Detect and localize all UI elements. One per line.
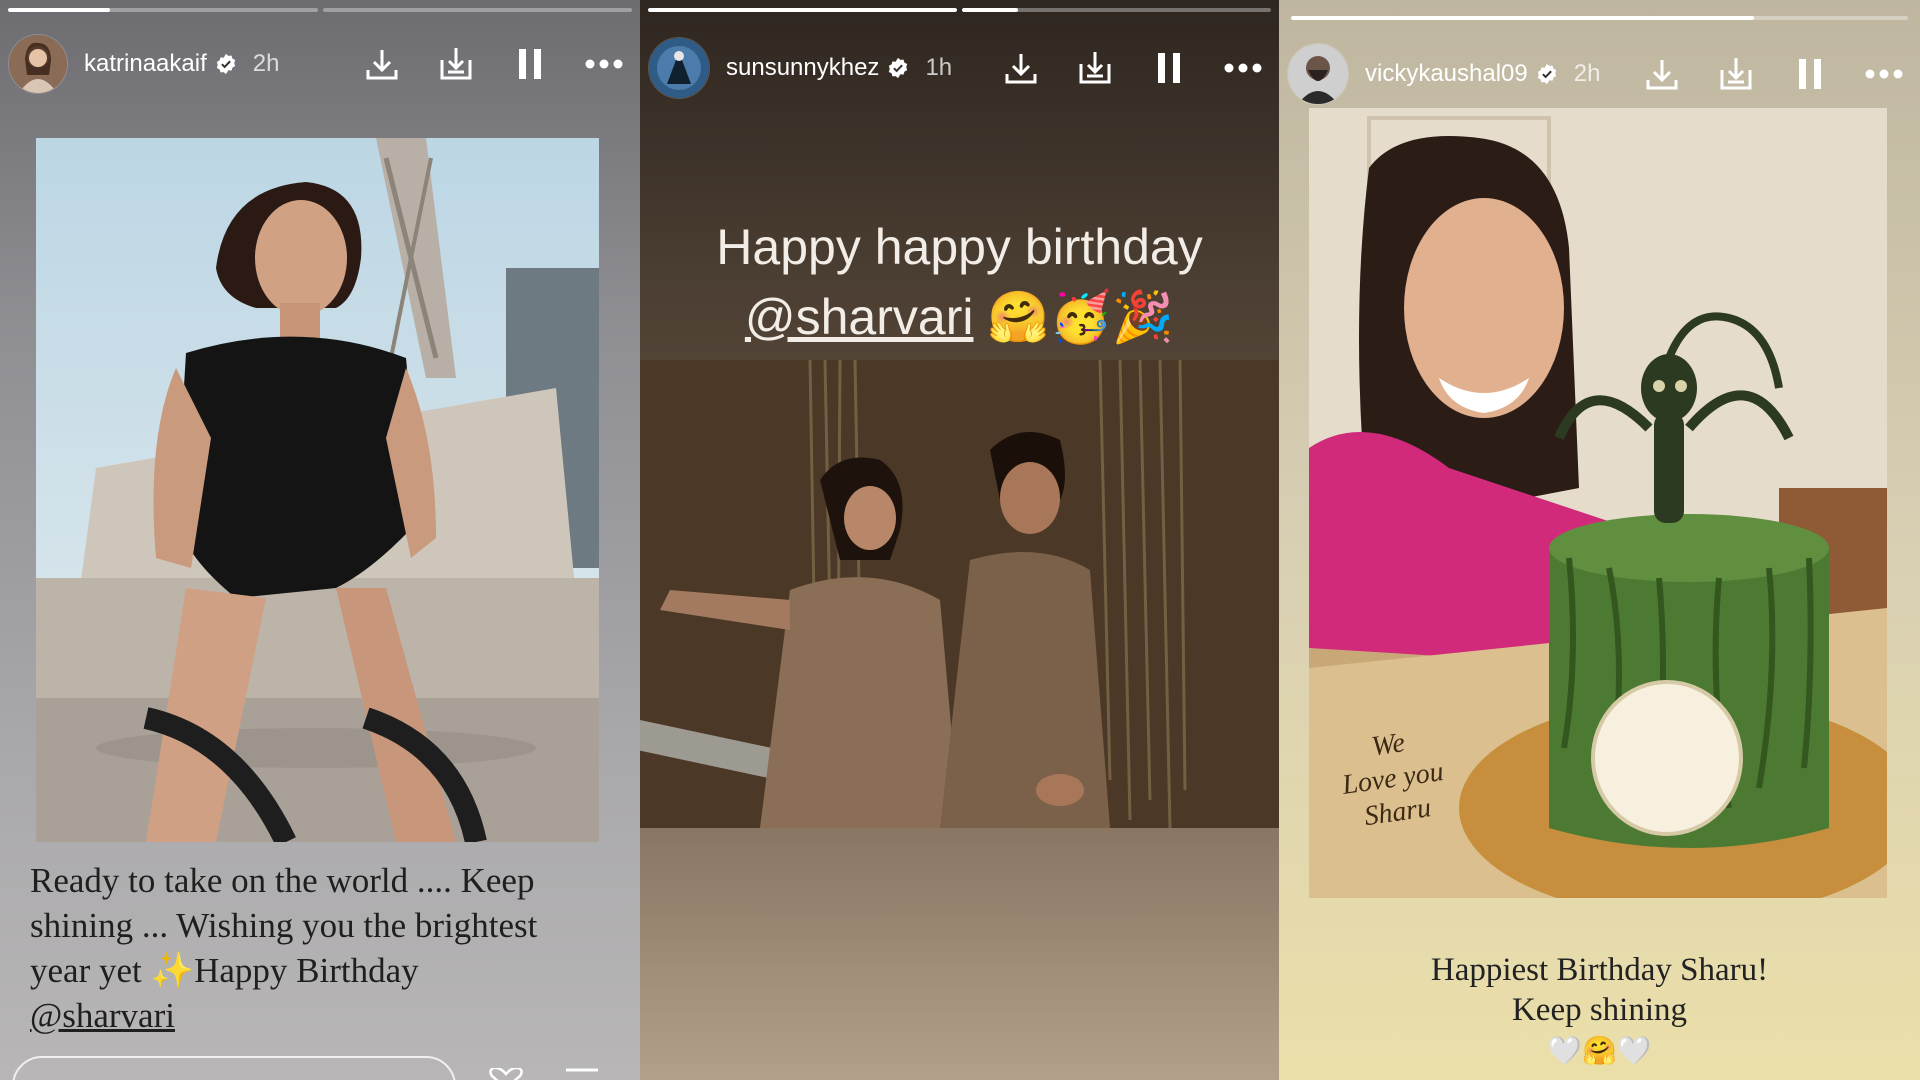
avatar[interactable] — [8, 34, 68, 94]
more-options-button[interactable] — [582, 42, 626, 86]
pause-button[interactable] — [1788, 52, 1832, 96]
avatar[interactable] — [648, 37, 710, 99]
save-to-device-icon — [440, 48, 472, 80]
download-button[interactable] — [999, 46, 1043, 90]
story-sunsunnykhez[interactable]: sunsunnykhez 1h Happy happy birthday @sh… — [640, 0, 1279, 1080]
emoji-group: 🤗🥳🎉 — [987, 289, 1175, 345]
more-options-button[interactable] — [1221, 46, 1265, 90]
mention-link[interactable]: @sharvari — [30, 993, 175, 1038]
cake-word: Love you — [1340, 756, 1446, 801]
story-header: katrinaakaif 2h — [8, 32, 626, 96]
story-header: vickykaushal09 2h — [1287, 42, 1906, 106]
save-to-device-icon — [1079, 52, 1111, 84]
save-button[interactable] — [434, 42, 478, 86]
story-caption: Happiest Birthday Sharu! Keep shining 🤍🤗… — [1279, 950, 1920, 1072]
pause-button[interactable] — [1147, 46, 1191, 90]
caption-line: year yet — [30, 951, 151, 990]
caption-line: Happy Birthday — [194, 951, 419, 990]
progress-segment — [648, 8, 957, 12]
story-actions — [1640, 52, 1906, 96]
pause-icon — [519, 49, 541, 79]
avatar[interactable] — [1287, 43, 1349, 105]
save-button[interactable] — [1073, 46, 1117, 90]
story-vickykaushal09[interactable]: vickykaushal09 2h We Love you Sharu Happ… — [1279, 0, 1920, 1080]
story-progress — [1291, 16, 1908, 20]
pause-button[interactable] — [508, 42, 552, 86]
download-button[interactable] — [360, 42, 404, 86]
download-icon — [1646, 60, 1678, 90]
pause-icon — [1799, 59, 1821, 89]
emoji-group: 🤍🤗🤍 — [1547, 1036, 1652, 1067]
post-time: 2h — [252, 50, 280, 77]
story-caption: Happy happy birthday @sharvari 🤗🥳🎉 — [640, 212, 1279, 352]
cake-text: We Love you Sharu — [1313, 718, 1474, 840]
caption-line: Keep shining — [1511, 992, 1688, 1028]
caption-line: Happiest Birthday Sharu! — [1430, 952, 1769, 988]
save-to-device-icon — [1720, 58, 1752, 90]
stories-viewer: katrinaakaif 2h Ready to take on the wor… — [0, 0, 1920, 1080]
progress-fill — [962, 8, 1018, 12]
progress-segment — [8, 8, 318, 12]
download-icon — [1005, 54, 1037, 84]
verified-badge-icon — [1536, 63, 1558, 85]
progress-fill — [8, 8, 111, 12]
caption-line: shining ... Wishing you the brightest — [30, 906, 538, 945]
pause-icon — [1158, 53, 1180, 83]
verified-badge-icon — [215, 53, 237, 75]
more-options-button[interactable] — [1862, 52, 1906, 96]
post-time: 1h — [925, 54, 953, 81]
story-progress — [8, 8, 632, 12]
cake-word: Sharu — [1362, 792, 1433, 833]
more-options-icon — [1865, 69, 1903, 79]
story-progress — [648, 8, 1271, 12]
username[interactable]: katrinaakaif — [84, 50, 207, 78]
post-time: 2h — [1573, 60, 1601, 87]
story-header: sunsunnykhez 1h — [648, 36, 1265, 100]
mention-link[interactable]: @sharvari — [745, 289, 974, 345]
more-options-icon — [585, 59, 623, 69]
story-actions — [999, 46, 1265, 90]
progress-segment — [1291, 16, 1908, 20]
sparkle-emoji: ✨ — [150, 951, 195, 990]
reply-input[interactable] — [12, 1056, 456, 1080]
download-button[interactable] — [1640, 52, 1684, 96]
username[interactable]: sunsunnykhez — [726, 54, 879, 82]
more-options-icon — [1224, 63, 1262, 73]
story-photo — [640, 360, 1279, 828]
username[interactable]: vickykaushal09 — [1365, 60, 1528, 88]
progress-fill — [648, 8, 957, 12]
story-actions — [360, 42, 626, 86]
cake-word: We — [1369, 727, 1407, 763]
story-katrinaakaif[interactable]: katrinaakaif 2h Ready to take on the wor… — [0, 0, 640, 1080]
verified-badge-icon — [887, 57, 909, 79]
story-photo — [36, 138, 599, 842]
progress-segment — [962, 8, 1271, 12]
save-button[interactable] — [1714, 52, 1758, 96]
share-icon[interactable] — [564, 1068, 600, 1080]
story-caption: Ready to take on the world .... Keep shi… — [30, 858, 620, 1038]
progress-segment — [322, 8, 632, 12]
like-icon[interactable] — [488, 1066, 524, 1080]
progress-fill — [1291, 16, 1754, 20]
caption-line: Happy happy birthday — [716, 219, 1203, 275]
caption-line: Ready to take on the world .... Keep — [30, 861, 535, 900]
download-icon — [366, 50, 398, 80]
